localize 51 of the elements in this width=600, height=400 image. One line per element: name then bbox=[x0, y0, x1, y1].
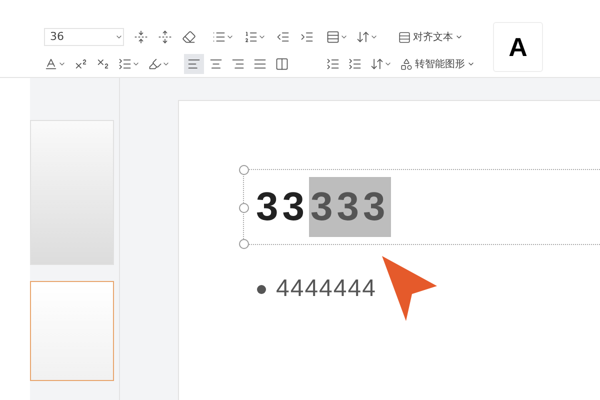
align-text-button[interactable]: 对齐文本 bbox=[398, 30, 463, 44]
align-icon bbox=[275, 57, 289, 71]
bullet-text: 4444444 bbox=[276, 274, 376, 304]
align-text-label: 对齐文本 bbox=[413, 30, 453, 44]
title-text: 33 bbox=[256, 184, 308, 231]
align-icon bbox=[187, 57, 201, 71]
font-size-field[interactable]: 36 bbox=[44, 28, 124, 46]
align-icon bbox=[209, 57, 223, 71]
grow-font-icon[interactable] bbox=[134, 30, 148, 44]
numbered-list-icon[interactable] bbox=[244, 30, 258, 44]
selected-text: 333 bbox=[308, 177, 392, 237]
text-direction-icon[interactable] bbox=[326, 30, 340, 44]
phonetic-icon[interactable] bbox=[118, 57, 132, 71]
caret-icon[interactable] bbox=[132, 60, 140, 68]
bullet-icon bbox=[257, 284, 266, 294]
caret-icon bbox=[467, 60, 475, 68]
sort-icon[interactable] bbox=[356, 30, 370, 44]
subscript-icon[interactable] bbox=[96, 57, 110, 71]
align-icon bbox=[253, 57, 267, 71]
align-text-icon bbox=[398, 30, 411, 44]
slide-thumbnail[interactable] bbox=[30, 120, 114, 265]
caret-icon[interactable] bbox=[384, 60, 392, 68]
slide-thumbnail[interactable] bbox=[30, 281, 114, 381]
shapes-icon bbox=[400, 58, 413, 70]
cursor-icon bbox=[382, 256, 437, 321]
resize-handle[interactable] bbox=[239, 203, 249, 213]
shrink-font-icon[interactable] bbox=[158, 30, 172, 44]
font-color-icon[interactable] bbox=[44, 57, 58, 71]
caret-icon[interactable] bbox=[58, 60, 66, 68]
eraser-icon[interactable] bbox=[182, 30, 196, 44]
increase-indent-icon[interactable] bbox=[300, 30, 314, 44]
decrease-indent-icon[interactable] bbox=[276, 30, 290, 44]
superscript-icon[interactable] bbox=[74, 57, 88, 71]
smart-art-button[interactable]: 转智能图形 bbox=[400, 56, 475, 72]
resize-handle[interactable] bbox=[239, 239, 249, 249]
resize-handle[interactable] bbox=[239, 165, 249, 175]
caret-icon[interactable] bbox=[340, 33, 348, 41]
caret-icon[interactable] bbox=[162, 60, 170, 68]
caret-icon[interactable] bbox=[226, 33, 234, 41]
smart-art-label: 转智能图形 bbox=[415, 58, 465, 72]
caret-icon[interactable] bbox=[115, 33, 123, 41]
caret-icon[interactable] bbox=[258, 33, 266, 41]
text-style-preview[interactable]: A bbox=[493, 22, 543, 72]
align-icon bbox=[231, 57, 245, 71]
caret-icon[interactable] bbox=[370, 33, 378, 41]
caret-icon bbox=[455, 33, 463, 41]
spacing-icon[interactable] bbox=[370, 57, 384, 71]
highlighter-icon[interactable] bbox=[148, 57, 162, 71]
align-button[interactable] bbox=[184, 54, 204, 74]
paragraph-spacing-icon[interactable] bbox=[348, 57, 362, 71]
line-spacing-icon[interactable] bbox=[326, 57, 340, 71]
